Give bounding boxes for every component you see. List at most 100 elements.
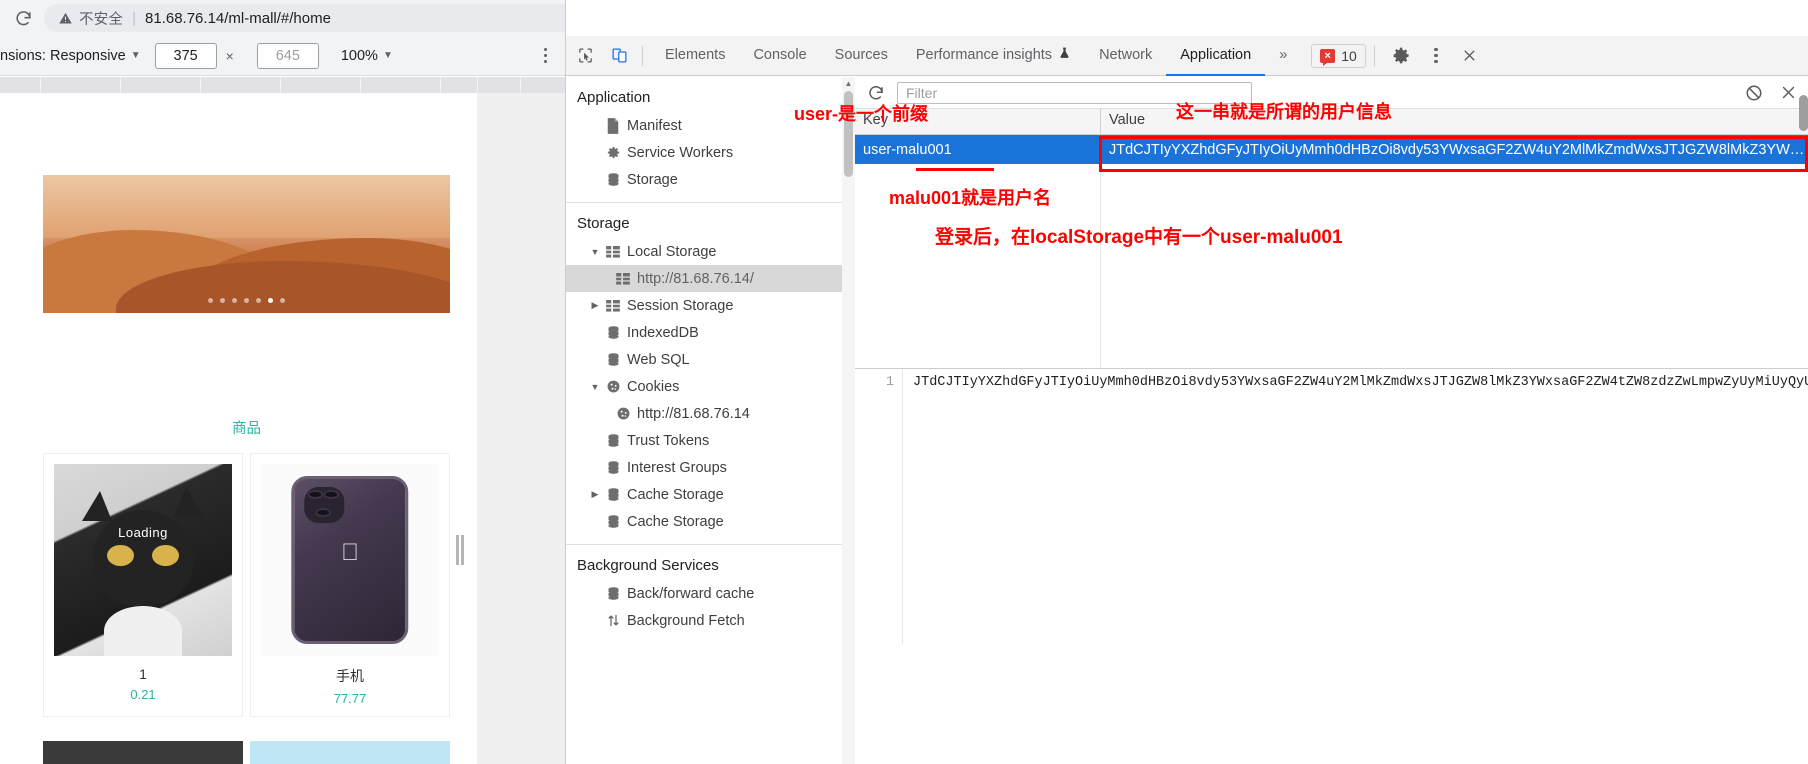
sidebar-item-label: Back/forward cache [627,585,755,602]
carousel-dot[interactable] [280,298,285,303]
sidebar-item-label: Cookies [627,378,680,395]
apple-logo-icon:  [341,539,359,567]
product-card[interactable]:  手机 77.77 [250,453,450,717]
sidebar-item-back-forward-cache[interactable]: Back/forward cache [566,580,853,607]
database-icon [602,352,624,367]
carousel-indicators[interactable] [43,298,450,303]
sidebar-item-background-fetch[interactable]: Background Fetch [566,607,853,634]
sidebar-item-service-workers[interactable]: Service Workers [566,139,853,166]
local-storage-panel: Filter Key Value user-malu001 JTdCJTIyYX… [855,77,1808,764]
omnibox-separator: | [132,9,137,27]
error-count-badge[interactable]: × 10 [1311,43,1366,68]
tab-application[interactable]: Application [1166,36,1266,76]
viewport-resize-handle[interactable] [455,532,465,568]
storage-value-cell[interactable]: JTdCJTIyYXZhdGFyJTIyOiUyMmh0dHBzOi8vdy53… [1101,142,1808,158]
tab-sources[interactable]: Sources [821,36,902,76]
device-height-input[interactable]: 645 [256,42,319,69]
value-column-empty [1101,164,1808,368]
devtools-main-scrollbar[interactable] [1797,95,1808,155]
sidebar-item-label: Cache Storage [627,513,724,530]
device-more-options-icon[interactable] [543,47,547,64]
device-dimensions-label[interactable]: nsions: Responsive [0,48,126,64]
annotation-login-note: 登录后，在localStorage中有一个user-malu001 [935,227,1343,248]
sidebar-item-cache-storage[interactable]: Cache Storage [566,508,853,535]
preview-value-text[interactable]: JTdCJTIyYXZhdGFyJTIyOiUyMmh0dHBzOi8vdy53… [903,369,1808,644]
device-toolbar-icon[interactable] [604,41,634,71]
sidebar-item-storage[interactable]: Storage [566,166,853,193]
sidebar-item-interest-groups[interactable]: Interest Groups [566,454,853,481]
devtools-tab-bar: Elements Console Sources Performance ins… [566,36,1808,76]
table-grid-icon [602,245,624,258]
sidebar-item-indexeddb[interactable]: IndexedDB [566,319,853,346]
database-icon [602,514,624,529]
chevron-down-icon[interactable]: ▼ [131,50,141,61]
sidebar-item-label: IndexedDB [627,324,699,341]
sidebar-item-label: Local Storage [627,243,717,260]
tab-label: Performance insights [915,46,1053,63]
sidebar-item-label: Cache Storage [627,486,724,503]
database-icon [602,487,624,502]
sidebar-item-cookies[interactable]: ▼ Cookies [566,373,853,400]
sidebar-item-shared-storage[interactable]: ▶ Cache Storage [566,481,853,508]
scrollbar-thumb[interactable] [1799,95,1808,131]
camera-lens [307,489,324,499]
tab-network[interactable]: Network [1085,36,1166,76]
tab-label: Network [1099,46,1153,63]
product-card[interactable] [250,741,450,764]
tab-console[interactable]: Console [739,36,820,76]
product-card[interactable]: Loading 1 0.21 [43,453,243,717]
dimension-multiply-label: × [225,47,234,64]
device-zoom-label: 100% [340,47,378,64]
not-secure-label: 不安全 [79,11,124,28]
reload-icon[interactable] [8,3,38,33]
sidebar-item-label: http://81.68.76.14 [637,405,750,422]
screenshot-root: 不安全 | 81.68.76.14/ml-mall/#/home nsions:… [0,0,1808,764]
tree-twisty-collapsed[interactable]: ▶ [588,489,602,500]
preview-line-number: 1 [855,369,903,644]
storage-key-cell[interactable]: user-malu001 [855,142,1101,158]
tab-elements[interactable]: Elements [651,36,739,76]
sidebar-item-local-storage-origin[interactable]: http://81.68.76.14/ [566,265,853,292]
product-card[interactable] [43,741,243,764]
sidebar-item-web-sql[interactable]: Web SQL [566,346,853,373]
sidebar-item-trust-tokens[interactable]: Trust Tokens [566,427,853,454]
annotation-username-note: malu001就是用户名 [889,188,1052,208]
sidebar-heading-storage: Storage [577,215,630,232]
carousel-dot[interactable] [256,298,261,303]
tab-performance-insights[interactable]: Performance insights [902,36,1085,76]
cat-ear-right [173,487,204,518]
tab-overflow-chevron[interactable]: » [1265,36,1301,76]
camera-lens [315,508,332,518]
device-zoom-select[interactable]: 100% ▼ [341,48,393,64]
sidebar-item-cookies-origin[interactable]: http://81.68.76.14 [566,400,853,427]
sidebar-item-session-storage[interactable]: ▶ Session Storage [566,292,853,319]
cat-eye-left [107,544,135,566]
carousel-dot-active[interactable] [268,298,273,303]
sidebar-heading-background-services: Background Services [577,557,719,574]
database-icon [602,460,624,475]
carousel-dot[interactable] [244,298,249,303]
iphone-photo:  [261,464,439,656]
carousel-dot[interactable] [220,298,225,303]
inspect-element-icon[interactable] [570,41,600,71]
device-width-input[interactable]: 375 [154,42,217,69]
scroll-up-arrow-icon[interactable]: ▲ [842,77,855,89]
table-row[interactable]: user-malu001 JTdCJTIyYXZhdGFyJTIyOiUyMmh… [855,135,1808,164]
annotation-username-underline [916,168,994,171]
product-price: 0.21 [130,687,156,702]
devtools-more-options-icon[interactable] [1421,41,1451,71]
tree-twisty-collapsed[interactable]: ▶ [588,300,602,311]
tree-twisty-expanded[interactable]: ▼ [588,247,602,257]
gear-icon[interactable] [1387,41,1417,71]
database-icon [602,586,624,601]
sidebar-item-local-storage[interactable]: ▼ Local Storage [566,238,853,265]
home-carousel-banner[interactable] [43,175,450,313]
carousel-dot[interactable] [232,298,237,303]
sidebar-scrollbar[interactable]: ▲ [842,77,855,764]
carousel-dot[interactable] [208,298,213,303]
devtools-close-icon[interactable] [1455,41,1485,71]
clear-all-icon[interactable] [1741,80,1767,106]
product-name: 手机 [336,668,364,684]
manifest-file-icon [602,117,624,134]
tree-twisty-expanded[interactable]: ▼ [588,382,602,392]
